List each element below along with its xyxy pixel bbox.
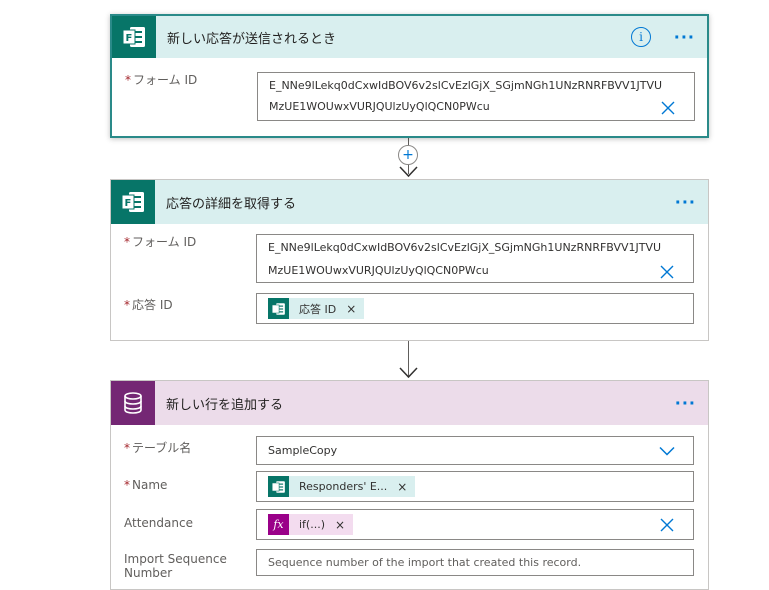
add-row-card[interactable]: 新しい行を追加する ··· * テーブル名 SampleCopy * Name Re… <box>110 380 709 590</box>
response-id-label: * 応答 ID <box>124 298 173 312</box>
arrow-down-icon <box>399 367 418 379</box>
trigger-card-header[interactable]: F 新しい応答が送信されるとき i ··· <box>112 16 707 58</box>
forms-icon <box>268 298 289 319</box>
add-row-title: 新しい行を追加する <box>166 397 284 413</box>
chevron-down-icon[interactable] <box>659 446 675 455</box>
token-label: Responders' E... <box>299 480 388 493</box>
name-field[interactable]: Responders' E... × <box>256 471 694 502</box>
clear-icon[interactable] <box>660 265 674 279</box>
token-remove-icon[interactable]: × <box>346 302 356 316</box>
import-sequence-label: Import Sequence Number <box>124 552 227 580</box>
more-options-button[interactable]: ··· <box>675 394 696 413</box>
table-name-label: * テーブル名 <box>124 441 192 455</box>
get-response-card-header[interactable]: F 応答の詳細を取得する ··· <box>111 180 708 224</box>
dynamic-content-token[interactable]: Responders' E... × <box>268 476 416 497</box>
get-response-card[interactable]: F 応答の詳細を取得する ··· * フォーム ID E_NNe9lLekq0dC… <box>110 179 709 341</box>
form-id-label: * フォーム ID <box>125 73 198 87</box>
forms-icon <box>268 476 289 497</box>
form-id-value-line1: E_NNe9lLekq0dCxwIdBOV6v2slCvEzlGjX_SGjmN… <box>268 241 662 254</box>
table-name-select[interactable]: SampleCopy <box>256 436 694 465</box>
form-id-value-line2: MzUE1WOUwxVURJQUlzUyQlQCN0PWcu <box>268 264 489 277</box>
forms-icon: F <box>111 180 155 224</box>
import-sequence-placeholder: Sequence number of the import that creat… <box>268 556 582 569</box>
token-remove-icon[interactable]: × <box>335 518 345 532</box>
more-options-button[interactable]: ··· <box>674 28 695 47</box>
form-id-field[interactable]: E_NNe9lLekq0dCxwIdBOV6v2slCvEzlGjX_SGjmN… <box>257 72 695 121</box>
form-id-field[interactable]: E_NNe9lLekq0dCxwIdBOV6v2slCvEzlGjX_SGjmN… <box>256 234 694 283</box>
token-remove-icon[interactable]: × <box>397 480 407 494</box>
name-label: * Name <box>124 478 168 492</box>
info-icon[interactable]: i <box>631 27 651 47</box>
svg-text:F: F <box>125 198 132 209</box>
form-id-value-line2: MzUE1WOUwxVURJQUlzUyQlQCN0PWcu <box>269 100 490 113</box>
token-label: if(...) <box>299 518 326 531</box>
form-id-label: * フォーム ID <box>124 235 197 249</box>
svg-text:F: F <box>126 33 133 44</box>
attendance-label: Attendance <box>124 516 193 530</box>
function-icon: fx <box>268 514 289 535</box>
attendance-field[interactable]: fx if(...) × <box>256 509 694 540</box>
expression-token[interactable]: fx if(...) × <box>268 514 354 535</box>
add-step-button[interactable]: + <box>398 145 418 165</box>
clear-icon[interactable] <box>660 518 674 532</box>
trigger-card[interactable]: F 新しい応答が送信されるとき i ··· * フォーム ID E_NNe9lLe… <box>110 14 709 138</box>
clear-icon[interactable] <box>661 101 675 115</box>
token-label: 応答 ID <box>299 302 337 316</box>
get-response-title: 応答の詳細を取得する <box>166 196 297 212</box>
response-id-field[interactable]: 応答 ID × <box>256 293 694 324</box>
arrow-down-icon <box>399 166 418 178</box>
form-id-value-line1: E_NNe9lLekq0dCxwIdBOV6v2slCvEzlGjX_SGjmN… <box>269 79 663 92</box>
plus-icon: + <box>402 147 414 163</box>
dynamic-content-token[interactable]: 応答 ID × <box>268 298 365 319</box>
database-icon <box>111 381 155 425</box>
import-sequence-input[interactable]: Sequence number of the import that creat… <box>256 549 694 576</box>
more-options-button[interactable]: ··· <box>675 193 696 212</box>
forms-icon: F <box>112 16 156 58</box>
add-row-card-header[interactable]: 新しい行を追加する ··· <box>111 381 708 425</box>
trigger-title: 新しい応答が送信されるとき <box>167 31 337 47</box>
table-name-value: SampleCopy <box>268 444 338 457</box>
